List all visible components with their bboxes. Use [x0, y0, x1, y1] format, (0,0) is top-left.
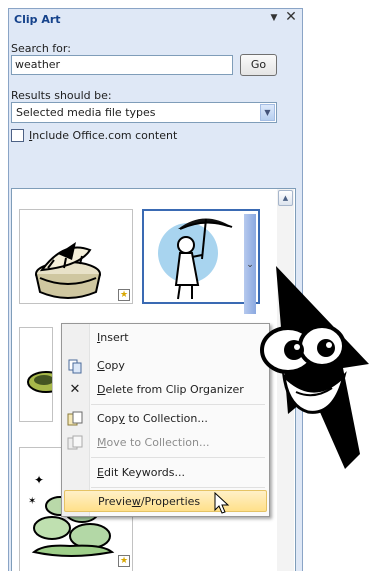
menu-separator — [91, 457, 265, 458]
include-office-label[interactable]: Include Office.com content — [29, 129, 177, 142]
include-office-checkbox[interactable] — [11, 129, 24, 142]
menu-item-delete[interactable]: ✕ Delete from Clip Organizer — [64, 379, 267, 401]
clip-context-menu: Insert Copy ✕ Delete from Clip Organizer… — [61, 323, 270, 517]
menu-separator — [91, 487, 265, 488]
results-filter-label: Results should be: — [11, 89, 112, 102]
umbrella-woman-clip-image — [158, 218, 233, 300]
clip-thumbnail-sundial[interactable]: ★ — [19, 209, 133, 304]
svg-text:✦: ✦ — [34, 473, 44, 487]
delete-x-icon: ✕ — [69, 382, 81, 397]
menu-item-copy[interactable]: Copy — [64, 355, 267, 377]
menu-item-label: Copy — [97, 359, 125, 372]
sundial-clip-image — [35, 242, 101, 299]
goggles-clip-image — [27, 371, 65, 393]
go-button[interactable]: Go — [240, 54, 277, 76]
scroll-up-arrow-icon[interactable]: ▲ — [278, 190, 293, 206]
star-badge-icon: ★ — [118, 289, 130, 301]
search-input[interactable]: weather — [11, 55, 233, 75]
media-type-select[interactable]: Selected media file types ▼ — [11, 102, 277, 123]
copy-to-collection-icon — [67, 411, 83, 427]
pane-options-dropdown-icon[interactable]: ▼ — [267, 11, 281, 25]
close-icon[interactable]: ✕ — [284, 10, 298, 25]
star-badge-icon: ★ — [118, 555, 130, 567]
clip-thumbnail-umbrella-woman[interactable]: ⌄ — [142, 209, 260, 314]
menu-item-label: Copy to Collection... — [97, 412, 208, 425]
menu-separator — [91, 404, 265, 405]
menu-item-label: Delete from Clip Organizer — [97, 383, 244, 396]
move-to-collection-icon — [67, 435, 83, 451]
menu-item-preview-properties[interactable]: Preview/Properties — [64, 490, 267, 512]
menu-item-move-to-collection[interactable]: Move to Collection... — [64, 432, 267, 454]
search-label: Search for: — [11, 42, 71, 55]
cursor-mascot-icon — [260, 266, 369, 469]
copy-icon — [67, 358, 83, 374]
menu-item-label: Insert — [97, 331, 129, 344]
clip-thumbnail-goggles[interactable] — [19, 327, 65, 422]
menu-item-label: Edit Keywords... — [97, 466, 186, 479]
pane-title: Clip Art — [14, 13, 61, 26]
svg-text:✶: ✶ — [28, 496, 36, 507]
media-type-value: Selected media file types — [16, 106, 156, 119]
mouse-cursor-icon — [214, 492, 230, 514]
menu-item-copy-to-collection[interactable]: Copy to Collection... — [64, 408, 267, 430]
menu-item-label: Move to Collection... — [97, 436, 210, 449]
menu-item-insert[interactable]: Insert — [64, 327, 267, 349]
chevron-down-icon[interactable]: ▼ — [260, 104, 275, 121]
menu-item-label: Preview/Properties — [98, 495, 201, 508]
menu-item-edit-keywords[interactable]: Edit Keywords... — [64, 462, 267, 484]
